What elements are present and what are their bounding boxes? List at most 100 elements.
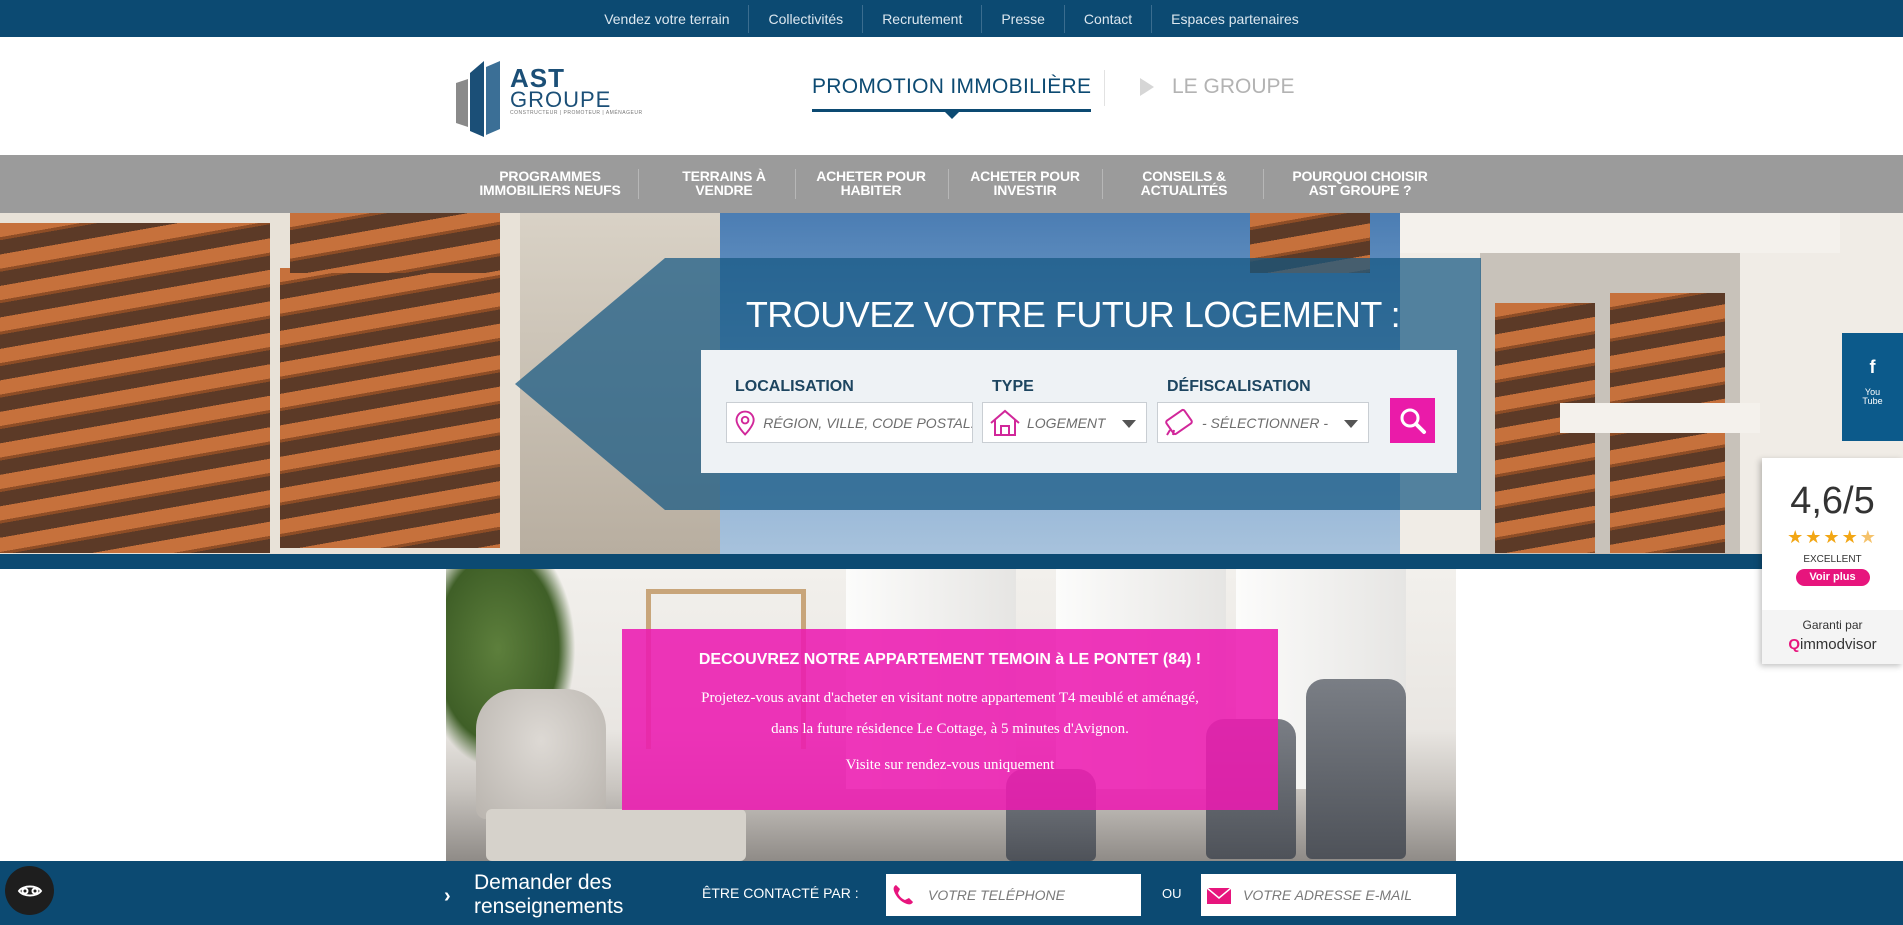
nav-label-line2: AST GROUPE ? [1308,182,1412,198]
dining-chair [1306,679,1406,859]
promo-text-line: dans la future résidence Le Cottage, à 5… [771,721,1129,737]
top-utility-bar: Vendez votre terrain Collectivités Recru… [0,0,1903,37]
contact-request-bar: › Demander des renseignements ÊTRE CONTA… [0,861,1903,925]
email-placeholder: VOTRE ADRESSE E-MAIL [1243,887,1413,903]
nav-item-conseils[interactable]: CONSEILS & ACTUALITÉS [1112,169,1256,197]
envelope-icon [1206,887,1232,904]
rating-score: 4,6/5 [1790,480,1875,522]
logo-mark-icon [456,61,500,137]
promo-text-line: Projetez-vous avant d'acheter en visitan… [701,690,1199,706]
chevron-down-icon [1122,420,1136,428]
nav-label-line1: TERRAINS À [682,168,766,184]
topbar-link-recruitment[interactable]: Recrutement [862,4,981,33]
active-tab-caret-icon [944,112,959,119]
map-pin-icon [735,410,755,436]
accessibility-button[interactable] [5,866,54,915]
nav-label-line1: POURQUOI CHOISIR [1292,168,1428,184]
facebook-icon[interactable]: f [1870,357,1876,378]
document-scroll-icon [1165,408,1193,436]
hero-louver-panel [280,268,500,548]
guarantee-text: Garanti par [1802,618,1863,632]
show-apartment-banner[interactable]: DECOUVREZ NOTRE APPARTEMENT TEMOIN à LE … [446,569,1456,861]
hero-bottom-stripe [0,554,1903,569]
phone-input[interactable]: VOTRE TELÉPHONE [886,874,1141,916]
nav-item-acheter-habiter[interactable]: ACHETER POUR HABITER [802,169,940,197]
nav-divider [1102,169,1103,199]
nav-divider [795,169,796,199]
nav-item-programmes[interactable]: PROGRAMMES IMMOBILIERS NEUFS [472,169,628,197]
defiscalisation-selected-value: - SÉLECTIONNER - [1202,414,1329,431]
promo-text: Projetez-vous avant d'acheter en visitan… [622,683,1278,745]
type-label: TYPE [992,378,1034,395]
social-sidebar: f You Tube [1842,333,1903,441]
nav-label-line1: ACHETER POUR [816,168,926,184]
topbar-link-sell-land[interactable]: Vendez votre terrain [585,5,748,33]
hero-floor-slab [1400,213,1840,253]
tab-le-groupe-label: LE GROUPE [1172,75,1295,98]
search-button[interactable] [1390,398,1435,443]
chevron-down-icon [1344,420,1358,428]
armchair [476,689,606,819]
phone-placeholder: VOTRE TELÉPHONE [928,887,1065,903]
youtube-label-bottom: Tube [1862,396,1883,406]
youtube-icon[interactable]: You Tube [1862,388,1882,406]
or-label: OU [1162,886,1182,901]
hero-louver-panel [0,223,270,553]
localisation-input[interactable]: RÉGION, VILLE, CODE POSTAL... [726,402,973,443]
play-arrow-icon [1140,78,1154,96]
immodvisor-mark-icon: Q [1788,636,1800,653]
rating-footer: Garanti par Qimmodvisor [1762,610,1903,664]
nav-label-line2: INVESTIR [993,182,1057,198]
topbar-link-collectivities[interactable]: Collectivités [748,4,862,33]
nav-label-line2: IMMOBILIERS NEUFS [479,182,621,198]
contact-bar-title[interactable]: Demander des renseignements [474,871,623,919]
immodvisor-logo[interactable]: Qimmodvisor [1762,636,1903,653]
rug [486,809,746,861]
contact-title-line: renseignements [474,895,624,918]
contact-by-label: ÊTRE CONTACTÉ PAR : [702,885,859,901]
topbar-link-contact[interactable]: Contact [1063,4,1151,33]
accessibility-eye-icon [17,885,42,896]
hero-arrow-shape [515,258,665,510]
see-more-button[interactable]: Voir plus [1795,569,1870,586]
type-selected-value: LOGEMENT [1027,414,1106,431]
topbar-link-partners[interactable]: Espaces partenaires [1151,4,1318,33]
tab-le-groupe[interactable]: LE GROUPE [1140,75,1295,99]
nav-divider [948,169,949,199]
rating-label: EXCELLENT [1803,554,1862,565]
nav-item-terrains[interactable]: TERRAINS À VENDRE [660,169,788,197]
nav-item-acheter-investir[interactable]: ACHETER POUR INVESTIR [956,169,1094,197]
hero-title: TROUVEZ VOTRE FUTUR LOGEMENT : [745,294,1401,335]
defiscalisation-label: DÉFISCALISATION [1167,378,1311,395]
type-select[interactable]: LOGEMENT [982,402,1147,443]
hero-banner: TROUVEZ VOTRE FUTUR LOGEMENT : LOCALISAT… [0,213,1903,554]
promo-title: DECOUVREZ NOTRE APPARTEMENT TEMOIN à LE … [698,651,1202,668]
localisation-label: LOCALISATION [735,378,854,395]
site-header: AST GROUPE CONSTRUCTEUR | PROMOTEUR | AM… [0,37,1903,155]
hero-floor-slab [1560,403,1760,433]
star-rating-icon: ★★★★★ [1787,527,1878,547]
localisation-placeholder: RÉGION, VILLE, CODE POSTAL... [763,414,972,431]
defiscalisation-select[interactable]: - SÉLECTIONNER - [1157,402,1369,443]
tab-promotion-label: PROMOTION IMMOBILIÈRE [812,75,1092,98]
nav-label-line2: HABITER [840,182,902,198]
nav-label-line2: VENDRE [695,182,753,198]
nav-divider [1263,169,1264,199]
ast-groupe-logo[interactable]: AST GROUPE CONSTRUCTEUR | PROMOTEUR | AM… [454,57,642,137]
phone-icon [893,885,913,905]
chevron-right-icon: › [444,885,451,907]
nav-label-line2: ACTUALITÉS [1140,182,1228,198]
rating-widget[interactable]: 4,6/5 ★★★★★ EXCELLENT Voir plus Garanti … [1762,458,1903,664]
hero-louver-panel [290,213,500,273]
nav-divider [638,169,639,199]
search-icon [1400,408,1426,434]
tab-promotion-immobiliere[interactable]: PROMOTION IMMOBILIÈRE [812,75,1092,119]
nav-label-line1: PROGRAMMES [499,168,601,184]
promo-box: DECOUVREZ NOTRE APPARTEMENT TEMOIN à LE … [622,629,1278,810]
house-icon [990,409,1020,436]
logo-tagline: CONSTRUCTEUR | PROMOTEUR | AMÉNAGEUR [510,110,643,116]
property-search-form: LOCALISATION TYPE DÉFISCALISATION RÉGION… [701,350,1457,473]
nav-item-pourquoi[interactable]: POURQUOI CHOISIR AST GROUPE ? [1272,169,1448,197]
email-input[interactable]: VOTRE ADRESSE E-MAIL [1201,874,1456,916]
topbar-link-press[interactable]: Presse [981,4,1064,33]
